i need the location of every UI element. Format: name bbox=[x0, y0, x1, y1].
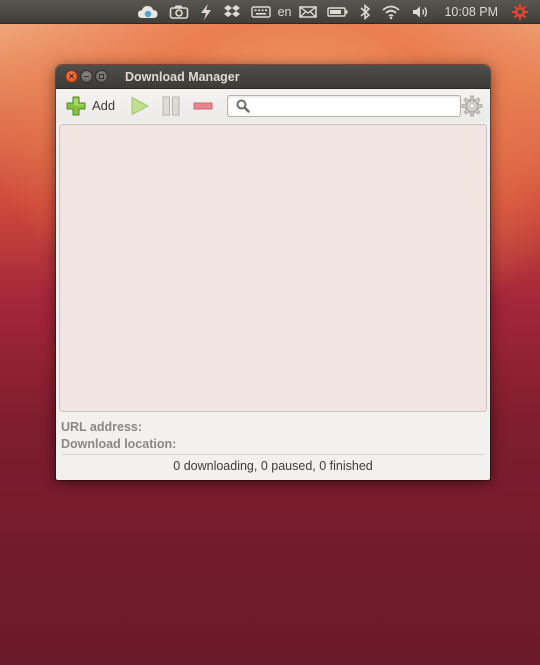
keyboard-layout-label[interactable]: en bbox=[276, 0, 295, 24]
maximize-icon bbox=[99, 74, 104, 79]
battery-icon[interactable] bbox=[322, 0, 354, 24]
wifi-icon[interactable] bbox=[376, 0, 406, 24]
session-gear-icon[interactable] bbox=[506, 0, 534, 24]
window-title: Download Manager bbox=[125, 69, 240, 84]
status-bar: 0 downloading, 0 paused, 0 finished bbox=[173, 459, 373, 473]
volume-icon[interactable] bbox=[406, 0, 436, 24]
downloads-list[interactable] bbox=[59, 124, 487, 412]
search-input[interactable] bbox=[253, 98, 460, 113]
toolbar: Add bbox=[56, 89, 490, 122]
window-maximize-button[interactable] bbox=[95, 70, 108, 83]
search-field[interactable] bbox=[226, 94, 461, 117]
close-icon: × bbox=[68, 71, 75, 81]
top-panel: en 10:08 PM bbox=[0, 0, 540, 24]
dropbox-icon[interactable] bbox=[218, 0, 246, 24]
window-close-button[interactable]: × bbox=[65, 70, 78, 83]
camera-icon[interactable] bbox=[164, 0, 194, 24]
minus-icon bbox=[193, 102, 213, 109]
download-location-label: Download location: bbox=[61, 437, 177, 451]
title-bar[interactable]: × – Download Manager bbox=[56, 65, 490, 89]
download-manager-window: × – Download Manager Add URL address: Do… bbox=[56, 65, 490, 480]
download-info: URL address: Download location: bbox=[61, 419, 481, 453]
pause-button[interactable] bbox=[159, 94, 182, 118]
keyboard-icon[interactable] bbox=[246, 0, 276, 24]
gear-icon bbox=[462, 95, 483, 116]
add-button[interactable]: Add bbox=[64, 94, 117, 118]
bolt-icon[interactable] bbox=[194, 0, 218, 24]
pause-icon bbox=[162, 96, 180, 115]
add-label: Add bbox=[92, 98, 116, 113]
url-address-label: URL address: bbox=[61, 420, 143, 434]
plus-icon bbox=[66, 96, 86, 115]
preferences-button[interactable] bbox=[461, 94, 484, 118]
bluetooth-icon[interactable] bbox=[354, 0, 376, 24]
mail-icon[interactable] bbox=[294, 0, 322, 24]
search-icon bbox=[236, 99, 250, 113]
clock[interactable]: 10:08 PM bbox=[436, 0, 506, 24]
remove-button[interactable] bbox=[192, 94, 215, 118]
start-button[interactable] bbox=[127, 94, 150, 118]
minimize-icon: – bbox=[83, 71, 89, 81]
play-icon bbox=[131, 96, 149, 115]
cloud-icon[interactable] bbox=[132, 0, 164, 24]
window-minimize-button[interactable]: – bbox=[80, 70, 93, 83]
status-divider bbox=[62, 454, 484, 455]
